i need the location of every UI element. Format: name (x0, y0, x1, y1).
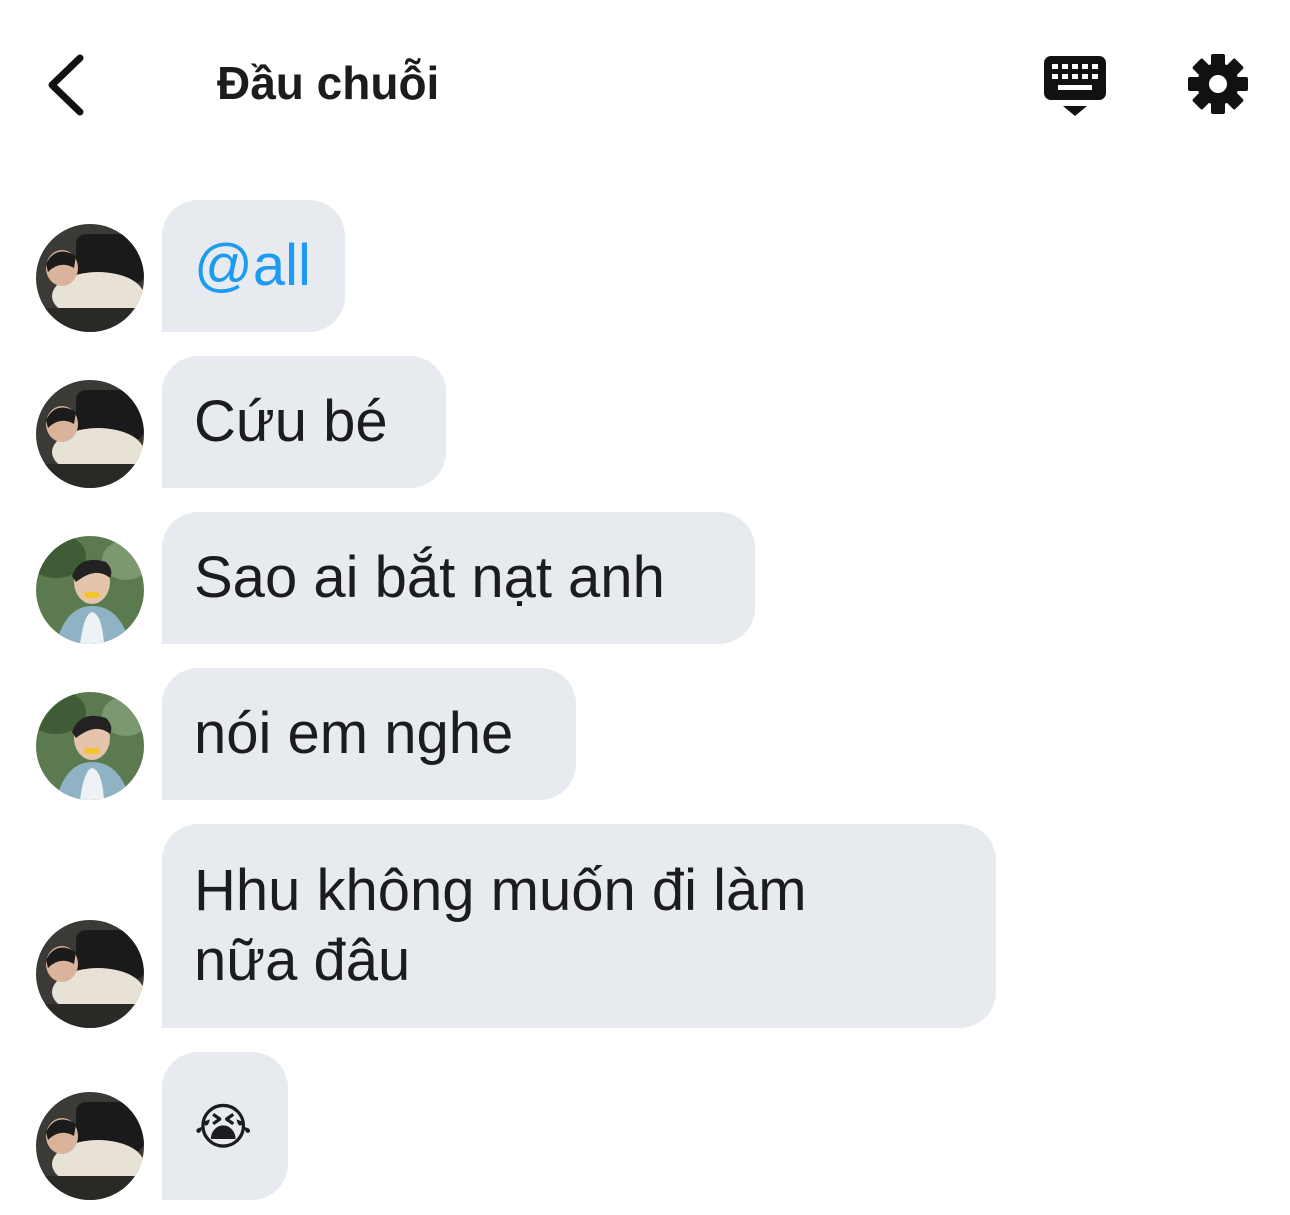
message-list: @all Cứu bé Sao ai bắt nạt anh nói em ng… (0, 0, 1290, 1215)
message-bubble[interactable]: Cứu bé (162, 356, 446, 488)
message-bubble[interactable]: Sao ai bắt nạt anh (162, 512, 755, 644)
message-bubble[interactable]: nói em nghe (162, 668, 576, 800)
message-row: 😭 (0, 1052, 1290, 1200)
avatar[interactable] (36, 1092, 144, 1200)
message-row: nói em nghe (0, 668, 1290, 800)
mention-text[interactable]: @all (194, 231, 313, 301)
avatar[interactable] (36, 920, 144, 1028)
message-bubble[interactable]: 😭 (162, 1052, 288, 1200)
message-row: Cứu bé (0, 356, 1290, 488)
message-bubble[interactable]: @all (162, 200, 345, 332)
avatar[interactable] (36, 224, 144, 332)
avatar[interactable] (36, 536, 144, 644)
message-row: Sao ai bắt nạt anh (0, 512, 1290, 644)
message-text: Hhu không muốn đi làm nữa đâu (194, 858, 823, 993)
message-text: nói em nghe (194, 701, 514, 766)
avatar[interactable] (36, 380, 144, 488)
message-bubble[interactable]: Hhu không muốn đi làm nữa đâu (162, 824, 996, 1028)
message-row: Hhu không muốn đi làm nữa đâu (0, 824, 1290, 1028)
message-text: Cứu bé (194, 389, 388, 454)
emoji-text: 😭 (194, 1099, 253, 1155)
avatar[interactable] (36, 692, 144, 800)
message-text: Sao ai bắt nạt anh (194, 545, 665, 610)
message-row: @all (0, 200, 1290, 332)
